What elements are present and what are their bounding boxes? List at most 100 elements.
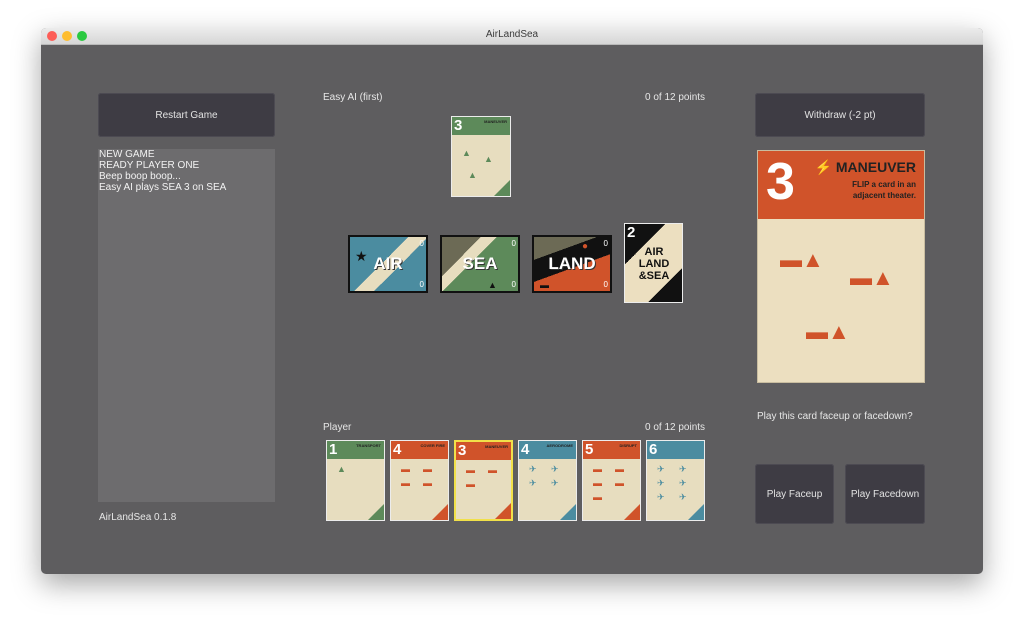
hand-card[interactable]: 4 COVER FIRE ▬ ▬ ▬ ▬ bbox=[390, 440, 449, 521]
plane-icon: ✈ bbox=[679, 478, 687, 488]
card-name: AERODROME bbox=[546, 443, 573, 448]
game-window: AirLandSea Restart Game NEW GAME READY P… bbox=[41, 28, 983, 574]
card-value: 3 bbox=[766, 153, 795, 211]
play-prompt: Play this card faceup or facedown? bbox=[757, 411, 913, 422]
ship-icon: ▲ bbox=[337, 464, 346, 474]
tank-icon: ▬ bbox=[401, 478, 410, 488]
tank-icon: ▬ bbox=[615, 464, 624, 474]
tank-icon: ▬▲ bbox=[806, 319, 850, 344]
card-title-line: LAND bbox=[638, 258, 670, 270]
log-line: Beep boop boop... bbox=[99, 171, 181, 182]
card-text: FLIP a card in an adjacent theater. bbox=[852, 179, 916, 201]
lightning-icon: ⚡ bbox=[814, 159, 832, 175]
tank-icon: ▬ bbox=[401, 464, 410, 474]
card-title-line: &SEA bbox=[638, 270, 670, 282]
tank-icon: ▬▲ bbox=[780, 247, 824, 272]
opponent-label: Easy AI (first) bbox=[323, 92, 383, 103]
tank-icon: ▬▲ bbox=[850, 265, 894, 290]
card-corner bbox=[494, 180, 510, 196]
plane-icon: ✈ bbox=[551, 464, 559, 474]
version-label: AirLandSea 0.1.8 bbox=[99, 512, 177, 523]
card-title: AIR LAND &SEA bbox=[637, 246, 671, 282]
card-name: DISRUPT bbox=[619, 443, 637, 448]
sun-icon: ● bbox=[582, 241, 589, 252]
card-title-line: AIR bbox=[644, 246, 664, 258]
supreme-commander-card: 2 AIR LAND &SEA bbox=[624, 223, 683, 303]
tank-icon: ▬ bbox=[615, 478, 624, 488]
window-title: AirLandSea bbox=[485, 29, 539, 40]
card-value: 3 bbox=[458, 442, 467, 459]
hand-card[interactable]: 3 MANEUVER ▬ ▬ ▬ bbox=[454, 440, 513, 521]
tank-icon: ▬ bbox=[466, 479, 475, 489]
theater-name: AIR bbox=[373, 254, 403, 273]
card-value: 4 bbox=[521, 441, 530, 458]
hand-card[interactable]: 6 ✈ ✈ ✈ ✈ ✈ ✈ bbox=[646, 440, 705, 521]
card-name: MANEUVER bbox=[485, 444, 508, 449]
plane-icon: ✈ bbox=[551, 478, 559, 488]
hand-card[interactable]: 1 TRANSPORT ▲ bbox=[326, 440, 385, 521]
tank-icon: ▬ bbox=[593, 464, 602, 474]
ship-icon: ▲ bbox=[468, 170, 477, 180]
plane-icon: ✈ bbox=[529, 464, 537, 474]
theater-score-player: 0 bbox=[511, 280, 516, 289]
theater-land[interactable]: ● LAND ▬ 0 0 bbox=[532, 235, 612, 293]
card-value: 6 bbox=[649, 441, 658, 458]
tank-icon: ▬ bbox=[488, 465, 497, 475]
opponent-played-card[interactable]: 3 MANEUVER ▲ ▲ ▲ bbox=[451, 116, 511, 197]
card-text-line: FLIP a card in an bbox=[852, 180, 916, 189]
card-name-text: MANEUVER bbox=[835, 159, 916, 175]
card-text-line: adjacent theater. bbox=[852, 191, 916, 200]
play-facedown-button[interactable]: Play Facedown bbox=[845, 464, 925, 524]
restart-game-button[interactable]: Restart Game bbox=[98, 93, 275, 137]
ship-icon: ▲ bbox=[462, 148, 471, 158]
theater-sea[interactable]: SEA ▲ 0 0 bbox=[440, 235, 520, 293]
card-value: 2 bbox=[627, 224, 636, 241]
opponent-points: 0 of 12 points bbox=[645, 92, 706, 103]
tank-icon: ▬ bbox=[593, 478, 602, 488]
hand-card[interactable]: 5 DISRUPT ▬ ▬ ▬ ▬ ▬ bbox=[582, 440, 641, 521]
card-value: 4 bbox=[393, 441, 402, 458]
plane-icon: ✈ bbox=[657, 478, 665, 488]
log-line: READY PLAYER ONE bbox=[99, 160, 200, 171]
title-bar: AirLandSea bbox=[41, 28, 983, 45]
plane-icon: ✈ bbox=[657, 492, 665, 502]
selected-card-preview: 3 ⚡ MANEUVER FLIP a card in an adjacent … bbox=[757, 150, 925, 383]
card-value: 1 bbox=[329, 441, 338, 458]
plane-icon: ✈ bbox=[679, 492, 687, 502]
card-value: 5 bbox=[585, 441, 594, 458]
card-corner bbox=[368, 504, 384, 520]
card-name: MANEUVER bbox=[484, 119, 507, 124]
theater-score-player: 0 bbox=[419, 280, 424, 289]
card-corner bbox=[560, 504, 576, 520]
tank-icon: ▬ bbox=[593, 492, 602, 502]
ship-icon: ▲ bbox=[488, 280, 497, 290]
log-line: NEW GAME bbox=[99, 149, 155, 160]
theater-score-opponent: 0 bbox=[419, 239, 424, 248]
theater-score-opponent: 0 bbox=[511, 239, 516, 248]
play-faceup-button[interactable]: Play Faceup bbox=[755, 464, 834, 524]
player-label: Player bbox=[323, 422, 352, 433]
game-log[interactable]: NEW GAME READY PLAYER ONE Beep boop boop… bbox=[98, 149, 275, 502]
theater-air[interactable]: ★ AIR 0 0 bbox=[348, 235, 428, 293]
plane-icon: ✈ bbox=[529, 478, 537, 488]
log-line: Easy AI plays SEA 3 on SEA bbox=[99, 182, 227, 193]
hand-card[interactable]: 4 AERODROME ✈ ✈ ✈ ✈ bbox=[518, 440, 577, 521]
tank-icon: ▬ bbox=[423, 478, 432, 488]
tank-icon: ▬ bbox=[466, 465, 475, 475]
card-name: COVER FIRE bbox=[420, 443, 445, 448]
card-name: TRANSPORT bbox=[356, 443, 381, 448]
card-corner bbox=[624, 504, 640, 520]
plane-icon: ✈ bbox=[679, 464, 687, 474]
card-value: 3 bbox=[454, 117, 463, 134]
plane-icon: ✈ bbox=[657, 464, 665, 474]
player-points: 0 of 12 points bbox=[645, 422, 706, 433]
theater-score-opponent: 0 bbox=[603, 239, 608, 248]
theater-score-player: 0 bbox=[603, 280, 608, 289]
card-corner bbox=[495, 503, 511, 519]
card-corner bbox=[432, 504, 448, 520]
withdraw-button[interactable]: Withdraw (-2 pt) bbox=[755, 93, 925, 137]
theater-name: SEA bbox=[462, 254, 498, 273]
tank-icon: ▬ bbox=[423, 464, 432, 474]
card-corner bbox=[688, 504, 704, 520]
theater-name: LAND bbox=[548, 254, 596, 273]
